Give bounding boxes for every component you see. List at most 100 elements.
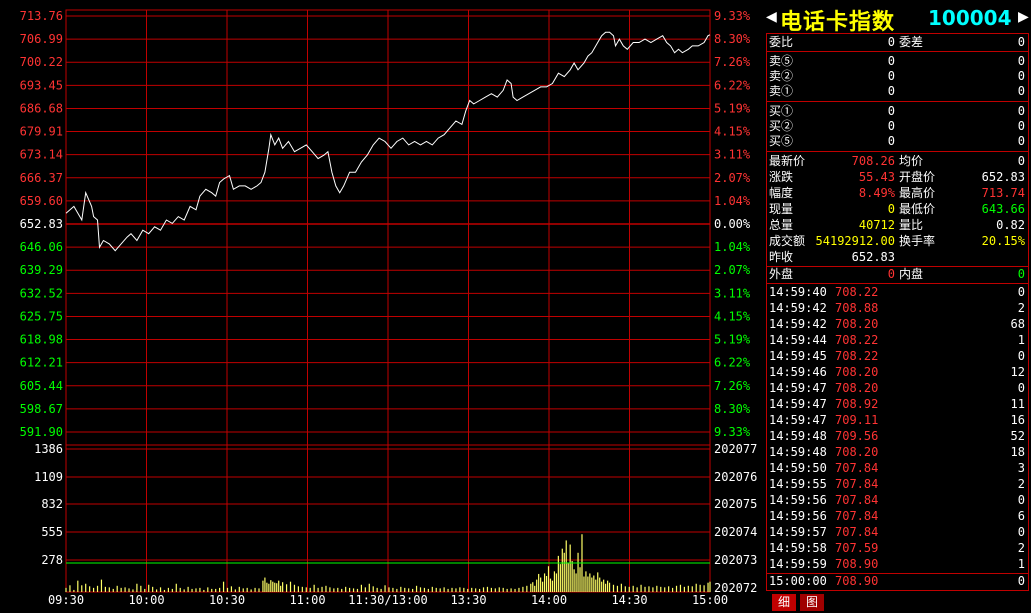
index-name: 电话卡指数 xyxy=(780,10,896,35)
volume-right-label: 202076 xyxy=(714,470,757,484)
percent-tick-label: 7.26% xyxy=(714,55,751,69)
tick-row: 14:59:44 708.22 1 xyxy=(767,333,1028,349)
tick-list[interactable]: 14:59:40 708.22 0 14:59:42 708.88 2 14:59:42 70… xyxy=(766,283,1029,591)
high-label: 最高价 xyxy=(899,186,936,200)
volume-tick-label: 1109 xyxy=(34,470,63,484)
tick-volume: 16 xyxy=(1010,413,1025,427)
tab-chart[interactable]: 图 xyxy=(800,594,824,611)
volume-ratio-value: 0.82 xyxy=(996,218,1025,232)
price-tick-label: 639.29 xyxy=(20,263,63,277)
percent-tick-label: 1.04% xyxy=(714,240,751,254)
percent-tick-label: 5.19% xyxy=(714,101,751,115)
tick-row: 14:59:59 708.90 1 xyxy=(767,557,1028,573)
sell-level-label: 卖① xyxy=(769,84,794,98)
tick-volume: 2 xyxy=(1017,541,1025,555)
tick-time: 14:59:46 xyxy=(769,365,827,379)
tick-price: 708.20 xyxy=(835,381,879,395)
tick-volume: 1 xyxy=(1017,557,1025,571)
inner-label: 内盘 xyxy=(899,267,924,281)
price-tick-label: 666.37 xyxy=(20,171,63,185)
sell-level-price: 0 xyxy=(887,84,895,98)
tick-row: 14:59:56 707.84 0 xyxy=(767,493,1028,509)
tick-price: 707.84 xyxy=(835,477,879,491)
index-code: 100004 xyxy=(928,6,1012,30)
tick-price: 707.84 xyxy=(835,461,879,475)
volume-right-label: 202072 xyxy=(714,581,757,595)
tick-row: 14:59:48 709.56 52 xyxy=(767,429,1028,445)
intraday-chart[interactable]: 09:30 10:00 10:30 11:00 11:30/13:00 13:30 14:0… xyxy=(0,0,766,613)
tick-time: 14:59:59 xyxy=(769,557,827,571)
avg-value: 0 xyxy=(1017,154,1025,168)
wei-bi-label: 委比 xyxy=(769,35,794,49)
prev-arrow-icon[interactable]: ◀ xyxy=(766,9,777,25)
percent-tick-label: 9.33% xyxy=(714,9,751,23)
volume-tick-label: 555 xyxy=(41,525,63,539)
inner-value: 0 xyxy=(1017,267,1025,281)
tick-price: 708.88 xyxy=(835,301,879,315)
tick-row: 14:59:55 707.84 2 xyxy=(767,477,1028,493)
next-arrow-icon[interactable]: ▶ xyxy=(1018,9,1029,25)
tick-price: 708.20 xyxy=(835,445,879,459)
tick-volume: 2 xyxy=(1017,477,1025,491)
tick-time: 14:59:45 xyxy=(769,349,827,363)
tick-time: 14:59:48 xyxy=(769,445,827,459)
tick-price: 708.90 xyxy=(835,557,879,571)
price-tick-label: 605.44 xyxy=(20,379,63,393)
amplitude-value: 8.49% xyxy=(858,186,895,200)
buy-level-label: 买① xyxy=(769,104,794,118)
tick-price: 708.22 xyxy=(835,333,879,347)
sell-level-label: 卖② xyxy=(769,69,794,83)
tick-time: 14:59:42 xyxy=(769,301,827,315)
current-volume-label: 现量 xyxy=(769,202,794,216)
tab-detail[interactable]: 细 xyxy=(772,594,796,611)
tick-volume: 0 xyxy=(1017,285,1025,299)
volume-tick-label: 832 xyxy=(41,497,63,511)
title-bar: ◀ 电话卡指数 100004 ▶ xyxy=(766,4,1031,35)
wei-cha-value: 0 xyxy=(1017,35,1025,49)
turnover-label: 成交额 xyxy=(769,234,806,248)
tick-price: 708.22 xyxy=(835,285,879,299)
volume-right-label: 202075 xyxy=(714,497,757,511)
price-tick-label: 713.76 xyxy=(20,9,63,23)
tick-row: 14:59:57 707.84 0 xyxy=(767,525,1028,541)
tick-volume: 1 xyxy=(1017,333,1025,347)
turnover-value: 54192912.00 xyxy=(815,234,895,248)
tick-price: 707.84 xyxy=(835,493,879,507)
price-tick-label: 625.75 xyxy=(20,309,63,323)
volume-tick-label: 278 xyxy=(41,553,63,567)
tick-volume: 12 xyxy=(1010,365,1025,379)
time-tick-label: 10:00 xyxy=(128,593,164,607)
latest-label: 最新价 xyxy=(769,154,806,168)
sell-level-volume: 0 xyxy=(1017,54,1025,68)
price-tick-label: 598.67 xyxy=(20,402,63,416)
outer-value: 0 xyxy=(887,267,895,281)
tick-time: 14:59:47 xyxy=(769,413,827,427)
buy-box: 买① 0 0 买② 0 0 买⑤ 0 0 xyxy=(766,101,1029,152)
sell-level-volume: 0 xyxy=(1017,69,1025,83)
panel-tabs: 细图 xyxy=(766,594,1031,613)
percent-tick-label: 6.22% xyxy=(714,356,751,370)
tick-price: 709.56 xyxy=(835,429,879,443)
volume-right-label: 202074 xyxy=(714,525,757,539)
tick-time: 14:59:50 xyxy=(769,461,827,475)
tick-volume: 11 xyxy=(1010,397,1025,411)
time-tick-label: 11:00 xyxy=(289,593,325,607)
volume-right-label: 202073 xyxy=(714,553,757,567)
tick-price: 707.84 xyxy=(835,509,879,523)
buy-level-price: 0 xyxy=(887,104,895,118)
avg-label: 均价 xyxy=(899,154,924,168)
low-value: 643.66 xyxy=(981,202,1025,216)
percent-tick-label: 9.33% xyxy=(714,425,751,439)
prev-close-value: 652.83 xyxy=(851,250,895,264)
tick-price: 708.90 xyxy=(835,574,879,588)
tick-time: 15:00:00 xyxy=(769,574,827,588)
volume-tick-label: 1386 xyxy=(34,442,63,456)
tick-row: 14:59:42 708.20 68 xyxy=(767,317,1028,333)
tick-volume: 6 xyxy=(1017,509,1025,523)
tick-price: 708.92 xyxy=(835,397,879,411)
percent-tick-label: 2.07% xyxy=(714,171,751,185)
tick-price: 708.20 xyxy=(835,365,879,379)
time-tick-label: 15:00 xyxy=(692,593,728,607)
open-value: 652.83 xyxy=(981,170,1025,184)
tick-time: 14:59:47 xyxy=(769,381,827,395)
